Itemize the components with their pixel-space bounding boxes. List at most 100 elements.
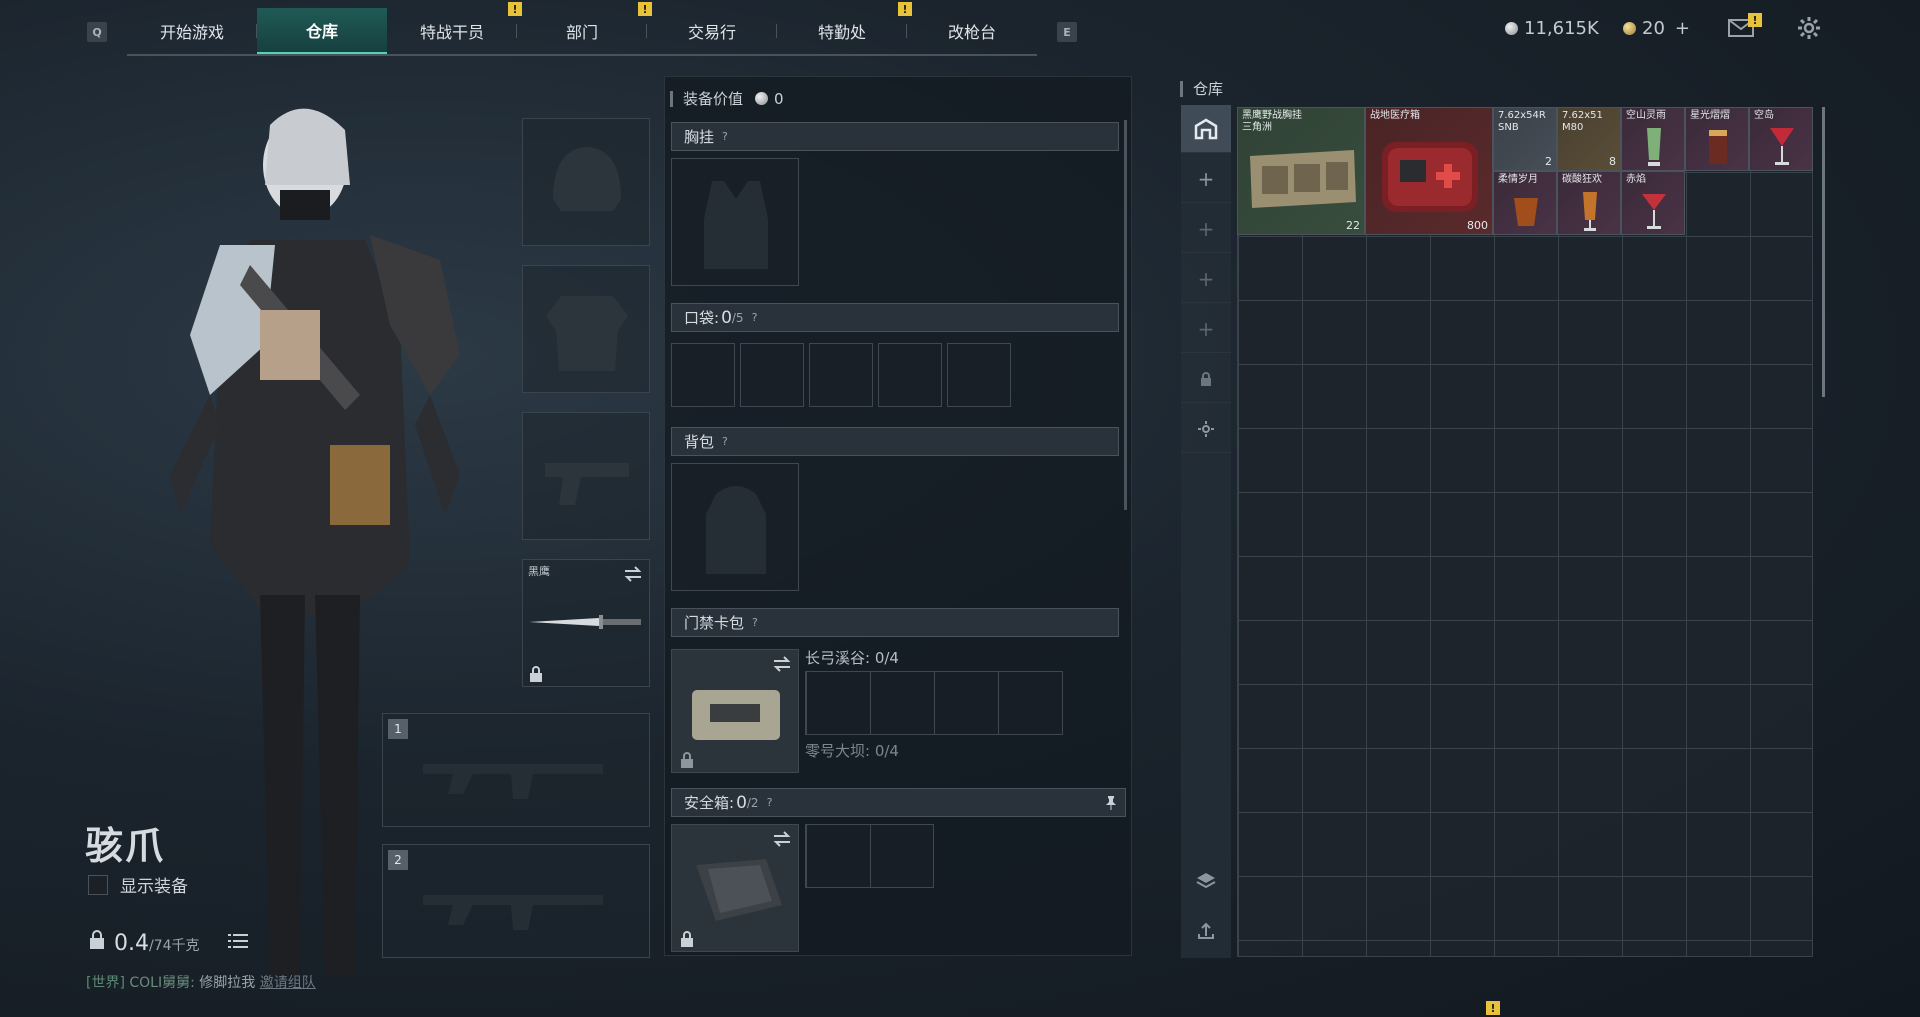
help-icon[interactable]: ? <box>722 130 728 143</box>
help-icon[interactable]: ? <box>722 435 728 448</box>
helmet-slot[interactable] <box>522 118 650 246</box>
plus-icon: + <box>1197 216 1215 241</box>
cocktail-glass-icon <box>1770 128 1794 165</box>
warehouse-item[interactable]: 7.62x54R SNB 2 <box>1493 107 1557 171</box>
gear-icon <box>1198 420 1214 437</box>
silver-coin-icon <box>1505 22 1518 35</box>
key-slots-valley[interactable] <box>805 671 1063 735</box>
operator-name: 骇爪 <box>85 824 166 868</box>
layers-icon <box>1196 873 1216 889</box>
pocket-slot[interactable] <box>947 343 1011 407</box>
primary-weapon-slot-1[interactable]: 1 <box>382 713 650 827</box>
safebox-header: 安全箱: 0/2? <box>671 788 1126 817</box>
medical-kit-icon <box>1382 142 1478 212</box>
primary-weapon-slot-2[interactable]: 2 <box>382 844 650 958</box>
tab-gunsmith[interactable]: 改枪台 <box>907 8 1037 54</box>
q-key-hint[interactable]: Q <box>87 22 107 42</box>
help-icon[interactable]: ? <box>767 796 773 809</box>
pocket-slot[interactable] <box>740 343 804 407</box>
gear-icon[interactable] <box>1797 16 1821 40</box>
rifle-placeholder-icon <box>423 764 603 799</box>
armor-slot[interactable] <box>522 265 650 393</box>
safebox-grid[interactable] <box>805 824 934 888</box>
safebox-slot[interactable] <box>671 824 799 952</box>
cocktail-glass-icon <box>1583 192 1597 231</box>
silver-currency: 11,615K <box>1505 18 1599 39</box>
cocktail-glass-icon <box>1647 128 1661 166</box>
main-nav: 开始游戏 仓库 特战干员! 部门! 交易行 特勤处! 改枪台 <box>127 2 1037 56</box>
chest-rig-header: 胸挂? <box>671 122 1119 151</box>
backpack-header: 背包? <box>671 427 1119 456</box>
swap-icon[interactable] <box>772 831 792 847</box>
add-storage-button[interactable]: + <box>1181 155 1231 203</box>
invite-team-link[interactable]: 邀请组队 <box>260 975 316 991</box>
knife-icon <box>529 615 641 629</box>
help-icon[interactable]: ? <box>752 311 758 324</box>
warehouse-item[interactable]: 空山灵雨 <box>1621 107 1685 171</box>
layers-button[interactable] <box>1181 857 1231 905</box>
add-currency-button[interactable]: + <box>1675 18 1690 39</box>
lock-icon <box>681 931 693 947</box>
weight-display: 0.4 /74千克 <box>88 930 200 956</box>
backpack-slot[interactable] <box>671 463 799 591</box>
sort-button[interactable] <box>1181 907 1231 955</box>
pocket-slot[interactable] <box>671 343 735 407</box>
e-key-hint[interactable]: E <box>1057 22 1077 42</box>
vest-placeholder-icon <box>704 181 768 269</box>
chat-username[interactable]: COLI舅舅: <box>129 975 194 991</box>
tab-start-game[interactable]: 开始游戏 <box>127 8 257 54</box>
warehouse-scrollbar[interactable] <box>1822 107 1825 397</box>
lock-icon <box>530 666 542 682</box>
tab-warehouse[interactable]: 仓库 <box>257 8 387 54</box>
gold-currency: 20 + <box>1623 18 1690 39</box>
keycard-holder-slot[interactable] <box>671 649 799 773</box>
add-storage-button[interactable]: + <box>1181 305 1231 353</box>
add-storage-button[interactable]: + <box>1181 205 1231 253</box>
warehouse-sidebar: + + + + <box>1181 105 1231 958</box>
key-area-dam: 零号大坝: 0/4 <box>805 742 899 760</box>
warehouse-main-tab[interactable] <box>1181 105 1231 153</box>
swap-icon[interactable] <box>623 566 643 582</box>
pockets-header: 口袋: 0/5? <box>671 303 1119 332</box>
checkbox[interactable] <box>88 874 108 895</box>
sort-icon <box>1198 922 1214 939</box>
list-icon[interactable] <box>228 933 248 949</box>
warehouse-item[interactable]: 黑鹰野战胸挂 三角洲 22 <box>1237 107 1365 235</box>
warehouse-item[interactable]: 柔情岁月 <box>1493 171 1557 235</box>
add-storage-button[interactable]: + <box>1181 255 1231 303</box>
pistol-placeholder-icon <box>545 463 629 505</box>
lock-icon <box>1201 371 1211 386</box>
storage-settings-button[interactable] <box>1181 405 1231 453</box>
tab-department[interactable]: 部门! <box>517 2 652 54</box>
chest-rig-item-icon <box>1250 150 1356 208</box>
sidearm-slot[interactable] <box>522 412 650 540</box>
pocket-slot[interactable] <box>878 343 942 407</box>
pin-icon[interactable] <box>1105 796 1117 810</box>
equipment-scrollbar[interactable] <box>1124 120 1127 510</box>
tab-special-ops[interactable]: 特勤处! <box>777 2 912 54</box>
tab-operators[interactable]: 特战干员! <box>387 2 522 54</box>
chest-rig-slot[interactable] <box>671 158 799 286</box>
armor-placeholder-icon <box>546 296 628 371</box>
swap-icon[interactable] <box>772 656 792 672</box>
show-equip-toggle[interactable]: 显示装备 <box>88 872 188 897</box>
cocktail-glass-icon <box>1709 130 1727 164</box>
warehouse-item[interactable]: 赤焰 <box>1621 171 1685 235</box>
warehouse-item[interactable]: 空岛 <box>1749 107 1813 171</box>
melee-slot[interactable]: 黑鹰 <box>522 559 650 687</box>
warehouse-item[interactable]: 战地医疗箱 800 <box>1365 107 1493 235</box>
plus-icon: + <box>1197 266 1215 291</box>
silver-coin-icon <box>755 92 769 105</box>
help-icon[interactable]: ? <box>752 616 758 629</box>
locked-storage-button[interactable] <box>1181 355 1231 403</box>
pocket-slot[interactable] <box>809 343 873 407</box>
keycard-holder-icon <box>692 690 780 740</box>
warehouse-item[interactable]: 星光熠熠 <box>1685 107 1749 171</box>
backpack-placeholder-icon <box>706 486 766 574</box>
tab-market[interactable]: 交易行 <box>647 8 777 54</box>
plus-icon: + <box>1197 316 1215 341</box>
warehouse-item[interactable]: 碳酸狂欢 <box>1557 171 1621 235</box>
cocktail-glass-icon <box>1642 194 1666 229</box>
warehouse-item[interactable]: 7.62x51 M80 8 <box>1557 107 1621 171</box>
helmet-placeholder-icon <box>553 147 621 211</box>
